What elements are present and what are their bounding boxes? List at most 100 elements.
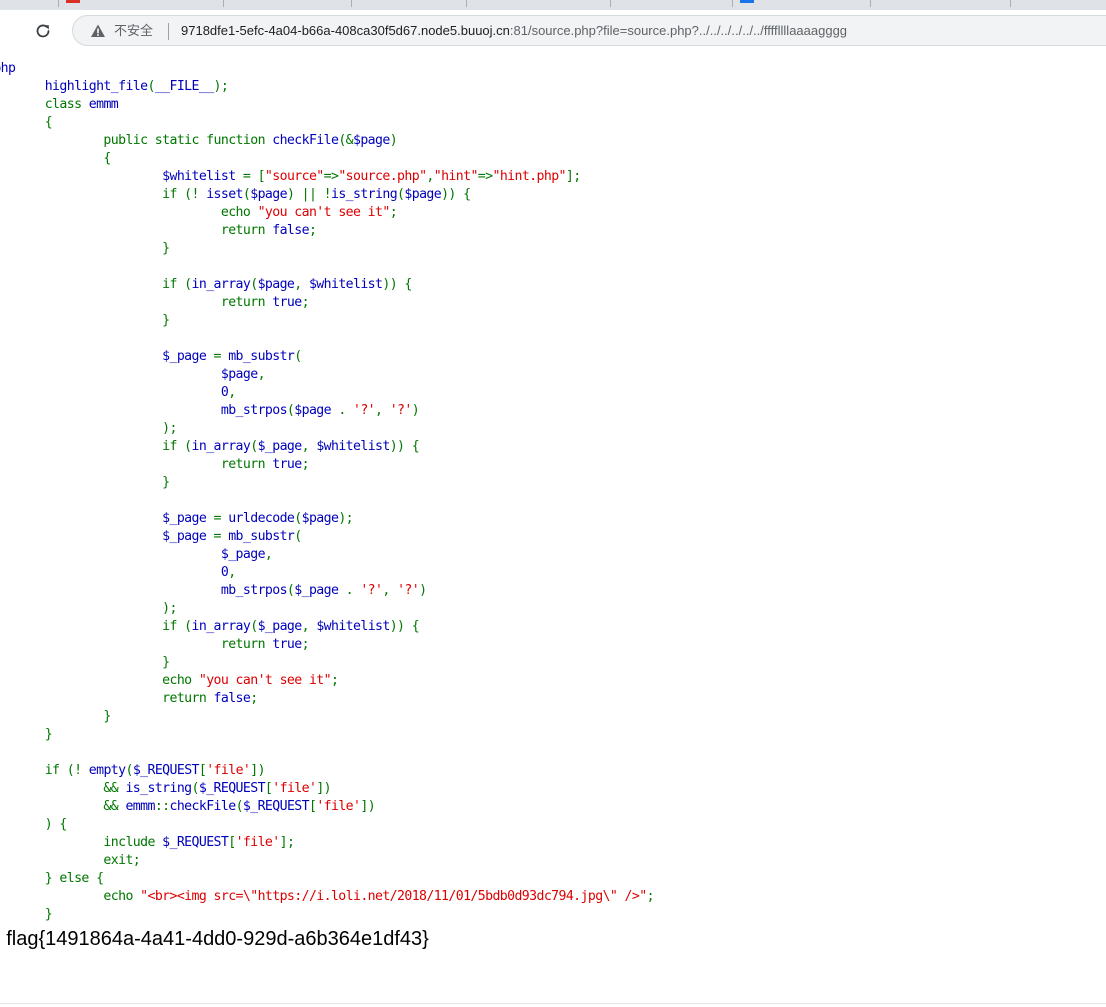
code-line: } bbox=[0, 907, 53, 922]
code-token: } bbox=[0, 241, 170, 256]
code-token: ]) bbox=[250, 763, 265, 778]
code-token: include bbox=[0, 835, 163, 850]
tab-divider bbox=[732, 0, 733, 7]
code-token: ( bbox=[250, 619, 258, 634]
code-token: echo bbox=[0, 673, 199, 688]
code-token: 'file' bbox=[206, 763, 251, 778]
code-line: { bbox=[0, 151, 111, 166]
code-token: emmm bbox=[125, 799, 155, 814]
code-token: ) bbox=[389, 133, 398, 148]
flag-output: - flag{1491864a-4a41-4dd0-929d-a6b364e1d… bbox=[0, 928, 429, 950]
code-line: $_page = mb_substr( bbox=[0, 529, 302, 544]
code-token: $page bbox=[257, 277, 295, 292]
code-token: if (! bbox=[44, 763, 82, 778]
code-token: } bbox=[44, 727, 53, 742]
code-token: $whitelist bbox=[316, 619, 390, 634]
code-line: ); bbox=[0, 601, 177, 616]
code-token: , bbox=[294, 277, 309, 292]
code-token: return bbox=[0, 637, 273, 652]
tab-divider bbox=[870, 0, 871, 7]
code-token: __FILE__ bbox=[154, 79, 214, 94]
code-token: false bbox=[272, 223, 309, 238]
code-token: } bbox=[0, 475, 170, 490]
tab-divider bbox=[351, 0, 352, 7]
code-token: , bbox=[382, 583, 398, 598]
code-token: ( bbox=[294, 529, 302, 544]
php-source-code: ?php highlight_file(__FILE__); class emm… bbox=[0, 60, 655, 924]
code-token: ); bbox=[0, 421, 177, 436]
code-token: ]) bbox=[360, 799, 376, 814]
code-token: emmm bbox=[88, 97, 119, 112]
code-token: $page bbox=[250, 187, 287, 202]
address-bar[interactable]: 不安全 9718dfe1-5efc-4a04-b66a-408ca30f5d67… bbox=[72, 15, 1106, 46]
tab-divider bbox=[58, 0, 59, 7]
code-token: ( bbox=[250, 277, 258, 292]
code-line: $_page, bbox=[0, 547, 273, 562]
address-separator bbox=[168, 23, 169, 40]
code-token: echo bbox=[0, 205, 258, 220]
url-host: 9718dfe1-5efc-4a04-b66a-408ca30f5d67.nod… bbox=[181, 23, 510, 38]
code-token: if ( bbox=[0, 619, 192, 634]
code-token: . bbox=[338, 403, 353, 418]
code-token: $page bbox=[294, 403, 339, 418]
code-token: ) { bbox=[44, 817, 68, 832]
code-token: $_page bbox=[257, 619, 303, 634]
code-token: $_page bbox=[294, 583, 346, 598]
code-token: urldecode bbox=[228, 511, 295, 526]
url-text[interactable]: 9718dfe1-5efc-4a04-b66a-408ca30f5d67.nod… bbox=[181, 23, 847, 39]
code-token: ( bbox=[294, 511, 302, 526]
code-token: public static function bbox=[0, 133, 273, 148]
tab-divider bbox=[466, 0, 467, 7]
code-line: ) { bbox=[0, 817, 68, 832]
browser-toolbar: 不安全 9718dfe1-5efc-4a04-b66a-408ca30f5d67… bbox=[0, 10, 1106, 50]
code-token: isset bbox=[206, 187, 243, 202]
code-token: )) { bbox=[441, 187, 471, 202]
url-path: :81/source.php?file=source.php?../../../… bbox=[509, 23, 848, 38]
code-token: ; bbox=[301, 457, 310, 472]
code-token: false bbox=[213, 691, 251, 706]
code-line: public static function checkFile(&$page) bbox=[0, 133, 397, 148]
code-token: "hint" bbox=[433, 169, 479, 184]
code-token: $page bbox=[353, 133, 390, 148]
code-token: , bbox=[301, 619, 317, 634]
code-token: $whitelist bbox=[308, 277, 383, 292]
code-line: } bbox=[0, 655, 170, 670]
code-token: , bbox=[264, 547, 273, 562]
code-token: ]; bbox=[279, 835, 295, 850]
code-token: checkFile bbox=[169, 799, 237, 814]
code-token: checkFile bbox=[272, 133, 339, 148]
code-line: $page, bbox=[0, 367, 266, 382]
code-token: return bbox=[0, 295, 273, 310]
code-token: mb_strpos bbox=[0, 403, 288, 418]
code-token: "<br><img src=\"https://i.loli.net/2018/… bbox=[140, 889, 647, 904]
code-token: ; bbox=[301, 637, 310, 652]
tab-strip bbox=[0, 0, 1106, 10]
code-token: , bbox=[228, 565, 236, 580]
code-token: '?' bbox=[353, 403, 376, 418]
code-token: $_REQUEST bbox=[162, 835, 229, 850]
code-line: { bbox=[0, 115, 53, 130]
code-token: } bbox=[44, 907, 53, 922]
code-token: ); bbox=[0, 601, 177, 616]
code-token: && bbox=[103, 799, 119, 814]
code-line: } bbox=[0, 709, 111, 724]
code-token: $_page bbox=[0, 547, 266, 562]
code-token: = bbox=[213, 349, 229, 364]
code-line: } bbox=[0, 313, 170, 328]
code-token: , bbox=[426, 169, 434, 184]
code-line: return true; bbox=[0, 457, 310, 472]
code-line: } else { bbox=[0, 871, 104, 886]
code-token: , bbox=[301, 439, 317, 454]
code-token: 'file' bbox=[272, 781, 317, 796]
code-line: return true; bbox=[0, 637, 310, 652]
code-token: '?' bbox=[360, 583, 383, 598]
code-token: :: bbox=[154, 799, 170, 814]
page-bottom-divider bbox=[0, 1003, 1106, 1004]
code-line: $_page = urldecode($page); bbox=[0, 511, 353, 526]
code-token: ?php bbox=[0, 61, 16, 76]
code-token: mb_strpos bbox=[0, 583, 288, 598]
code-line: if (in_array($page, $whitelist)) { bbox=[0, 277, 412, 292]
code-line: $whitelist = ["source"=>"source.php","hi… bbox=[0, 169, 581, 184]
reload-button[interactable] bbox=[30, 18, 56, 44]
security-status[interactable]: 不安全 bbox=[114, 23, 153, 39]
